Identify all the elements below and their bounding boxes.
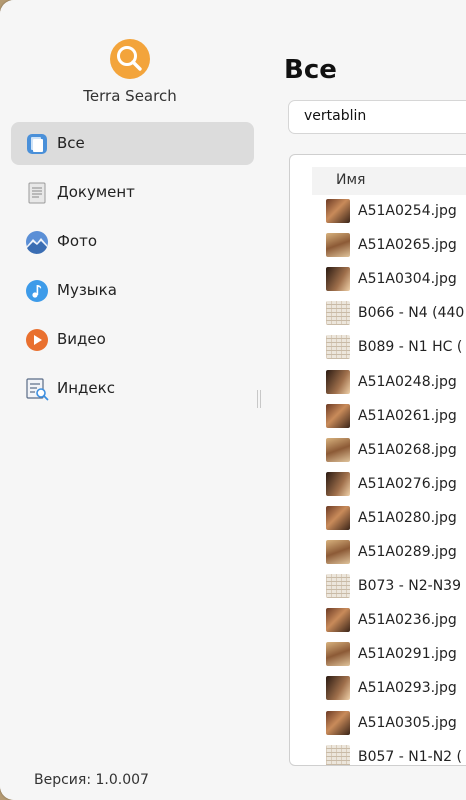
sidebar-item-video[interactable]: Видео	[11, 318, 254, 361]
all-files-icon	[27, 134, 47, 154]
file-name: A51A0265.jpg	[358, 237, 457, 254]
sidebar-item-all[interactable]: Все	[11, 122, 254, 165]
list-item[interactable]: A51A0280.jpg	[290, 502, 466, 536]
document-thumbnail	[326, 574, 350, 599]
file-name: A51A0305.jpg	[358, 714, 457, 731]
list-item[interactable]: A51A0254.jpg	[290, 195, 466, 229]
photo-thumbnail	[326, 199, 350, 223]
file-list: Имя A51A0254.jpg A51A0265.jpg A51A0304.jpg…	[289, 154, 466, 766]
list-item[interactable]: A51A0291.jpg	[290, 638, 466, 672]
photo-thumbnail	[326, 369, 350, 394]
list-item[interactable]: A51A0236.jpg	[290, 604, 466, 638]
photo-thumbnail	[326, 267, 350, 292]
document-icon	[28, 182, 46, 204]
sidebar-item-label: Все	[57, 134, 85, 152]
list-item[interactable]: A51A0268.jpg	[290, 434, 466, 468]
sidebar-item-label: Видео	[57, 330, 106, 348]
list-item[interactable]: A51A0293.jpg	[290, 672, 466, 706]
list-item[interactable]: B066 - N4 (440	[290, 297, 466, 331]
sidebar-resize-handle[interactable]	[257, 390, 261, 408]
photo-thumbnail	[326, 642, 350, 667]
sidebar-item-music[interactable]: Музыка	[11, 269, 254, 312]
list-item[interactable]: A51A0304.jpg	[290, 263, 466, 297]
sidebar-item-label: Документ	[57, 183, 135, 201]
version-label: Версия: 1.0.007	[34, 772, 149, 788]
photo-thumbnail	[326, 403, 350, 428]
list-item[interactable]: A51A0265.jpg	[290, 229, 466, 263]
app-logo	[110, 39, 150, 79]
document-thumbnail	[326, 335, 350, 360]
document-thumbnail	[326, 744, 350, 765]
sidebar: Terra Search Все Документ Фото Музыка Ви…	[0, 0, 268, 800]
column-header-name[interactable]: Имя	[312, 167, 466, 195]
list-item[interactable]: B089 - N1 HC (	[290, 331, 466, 365]
search-logo-icon	[117, 46, 142, 71]
photo-thumbnail	[326, 505, 350, 530]
list-item[interactable]: A51A0305.jpg	[290, 707, 466, 741]
file-name: A51A0291.jpg	[358, 646, 457, 663]
file-name: B089 - N1 HC (	[358, 339, 463, 356]
app-name: Terra Search	[83, 87, 177, 105]
file-name: A51A0280.jpg	[358, 509, 457, 526]
list-item[interactable]: A51A0276.jpg	[290, 468, 466, 502]
file-name: B057 - N1-N2 (	[358, 748, 463, 765]
index-icon	[26, 378, 49, 401]
list-item[interactable]: A51A0248.jpg	[290, 366, 466, 400]
file-name: A51A0304.jpg	[358, 271, 457, 288]
video-icon	[26, 329, 48, 351]
file-name: A51A0276.jpg	[358, 475, 457, 492]
file-name: A51A0254.jpg	[358, 203, 457, 219]
photo-thumbnail	[326, 471, 350, 496]
sidebar-item-label: Индекс	[57, 379, 115, 397]
file-name: A51A0289.jpg	[358, 544, 457, 560]
photo-thumbnail	[326, 540, 350, 564]
music-icon	[26, 280, 48, 302]
photo-thumbnail	[326, 608, 350, 633]
sidebar-item-label: Музыка	[57, 281, 117, 299]
list-item[interactable]: A51A0289.jpg	[290, 536, 466, 570]
file-name: B073 - N2-N39	[358, 578, 461, 595]
sidebar-item-photo[interactable]: Фото	[11, 220, 254, 263]
search-input[interactable]	[302, 107, 466, 125]
photo-thumbnail	[326, 437, 350, 462]
search-field[interactable]	[288, 100, 466, 134]
app-window: Terra Search Все Документ Фото Музыка Ви…	[0, 0, 466, 800]
sidebar-item-label: Фото	[57, 232, 98, 250]
photo-icon	[26, 231, 48, 254]
file-name: A51A0248.jpg	[358, 373, 457, 390]
list-item[interactable]: B073 - N2-N39	[290, 570, 466, 604]
document-thumbnail	[326, 301, 350, 326]
photo-thumbnail	[326, 676, 350, 701]
file-name: A51A0293.jpg	[358, 680, 457, 697]
file-name: A51A0261.jpg	[358, 407, 457, 424]
file-name: A51A0268.jpg	[358, 441, 457, 458]
photo-thumbnail	[326, 233, 350, 258]
photo-thumbnail	[326, 710, 350, 735]
sidebar-item-document[interactable]: Документ	[11, 171, 254, 214]
sidebar-item-index[interactable]: Индекс	[11, 367, 254, 410]
list-item[interactable]: B057 - N1-N2 (	[290, 741, 466, 765]
list-item[interactable]: A51A0261.jpg	[290, 400, 466, 434]
column-header-label: Имя	[336, 172, 366, 188]
page-title: Все	[284, 55, 337, 85]
file-name: A51A0236.jpg	[358, 612, 457, 629]
file-name: B066 - N4 (440	[358, 305, 465, 322]
